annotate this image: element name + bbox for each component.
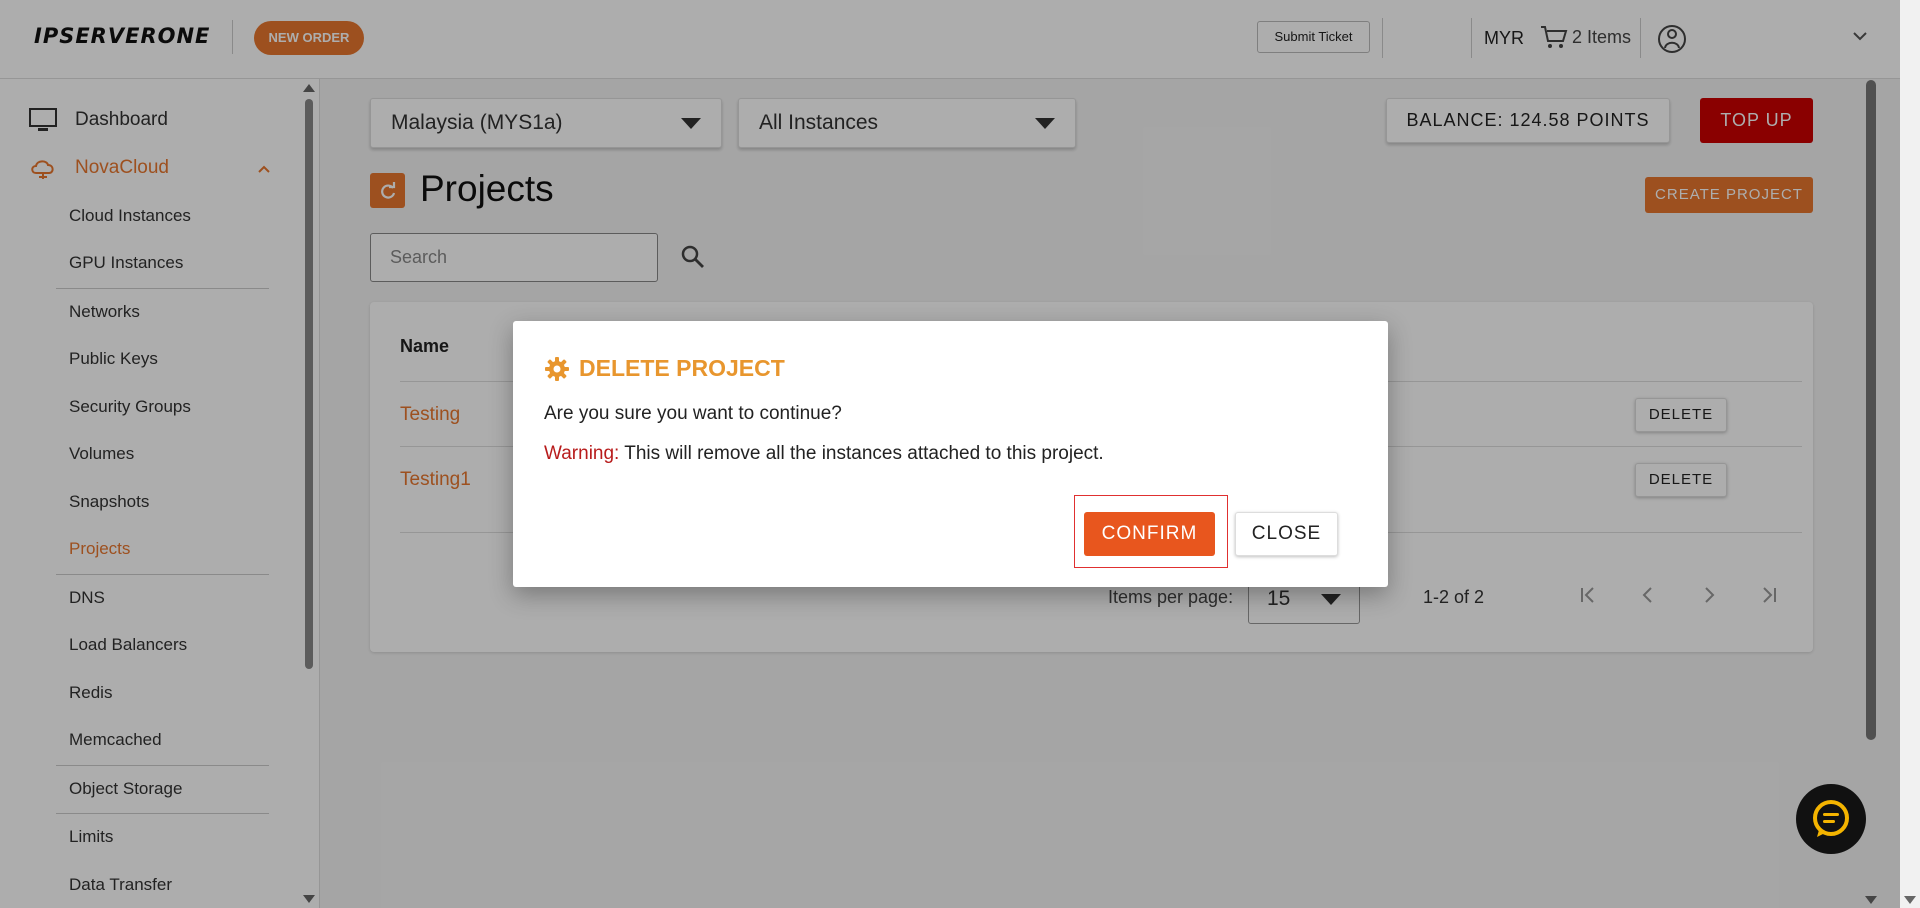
gear-icon: [545, 357, 569, 381]
close-button[interactable]: CLOSE: [1235, 512, 1338, 556]
chat-icon: [1813, 800, 1849, 837]
confirm-button[interactable]: CONFIRM: [1084, 512, 1215, 556]
scroll-down-arrow-icon[interactable]: [1904, 896, 1916, 904]
chat-button[interactable]: [1796, 784, 1866, 854]
dialog-title: DELETE PROJECT: [579, 355, 785, 381]
dialog-warning: Warning: This will remove all the instan…: [544, 443, 1104, 465]
dialog-message: Are you sure you want to continue?: [544, 403, 842, 424]
warning-label: Warning:: [544, 443, 620, 464]
warning-text: This will remove all the instances attac…: [619, 443, 1104, 464]
delete-project-dialog: DELETE PROJECT Are you sure you want to …: [513, 321, 1388, 587]
window-scrollbar[interactable]: [1900, 0, 1920, 908]
